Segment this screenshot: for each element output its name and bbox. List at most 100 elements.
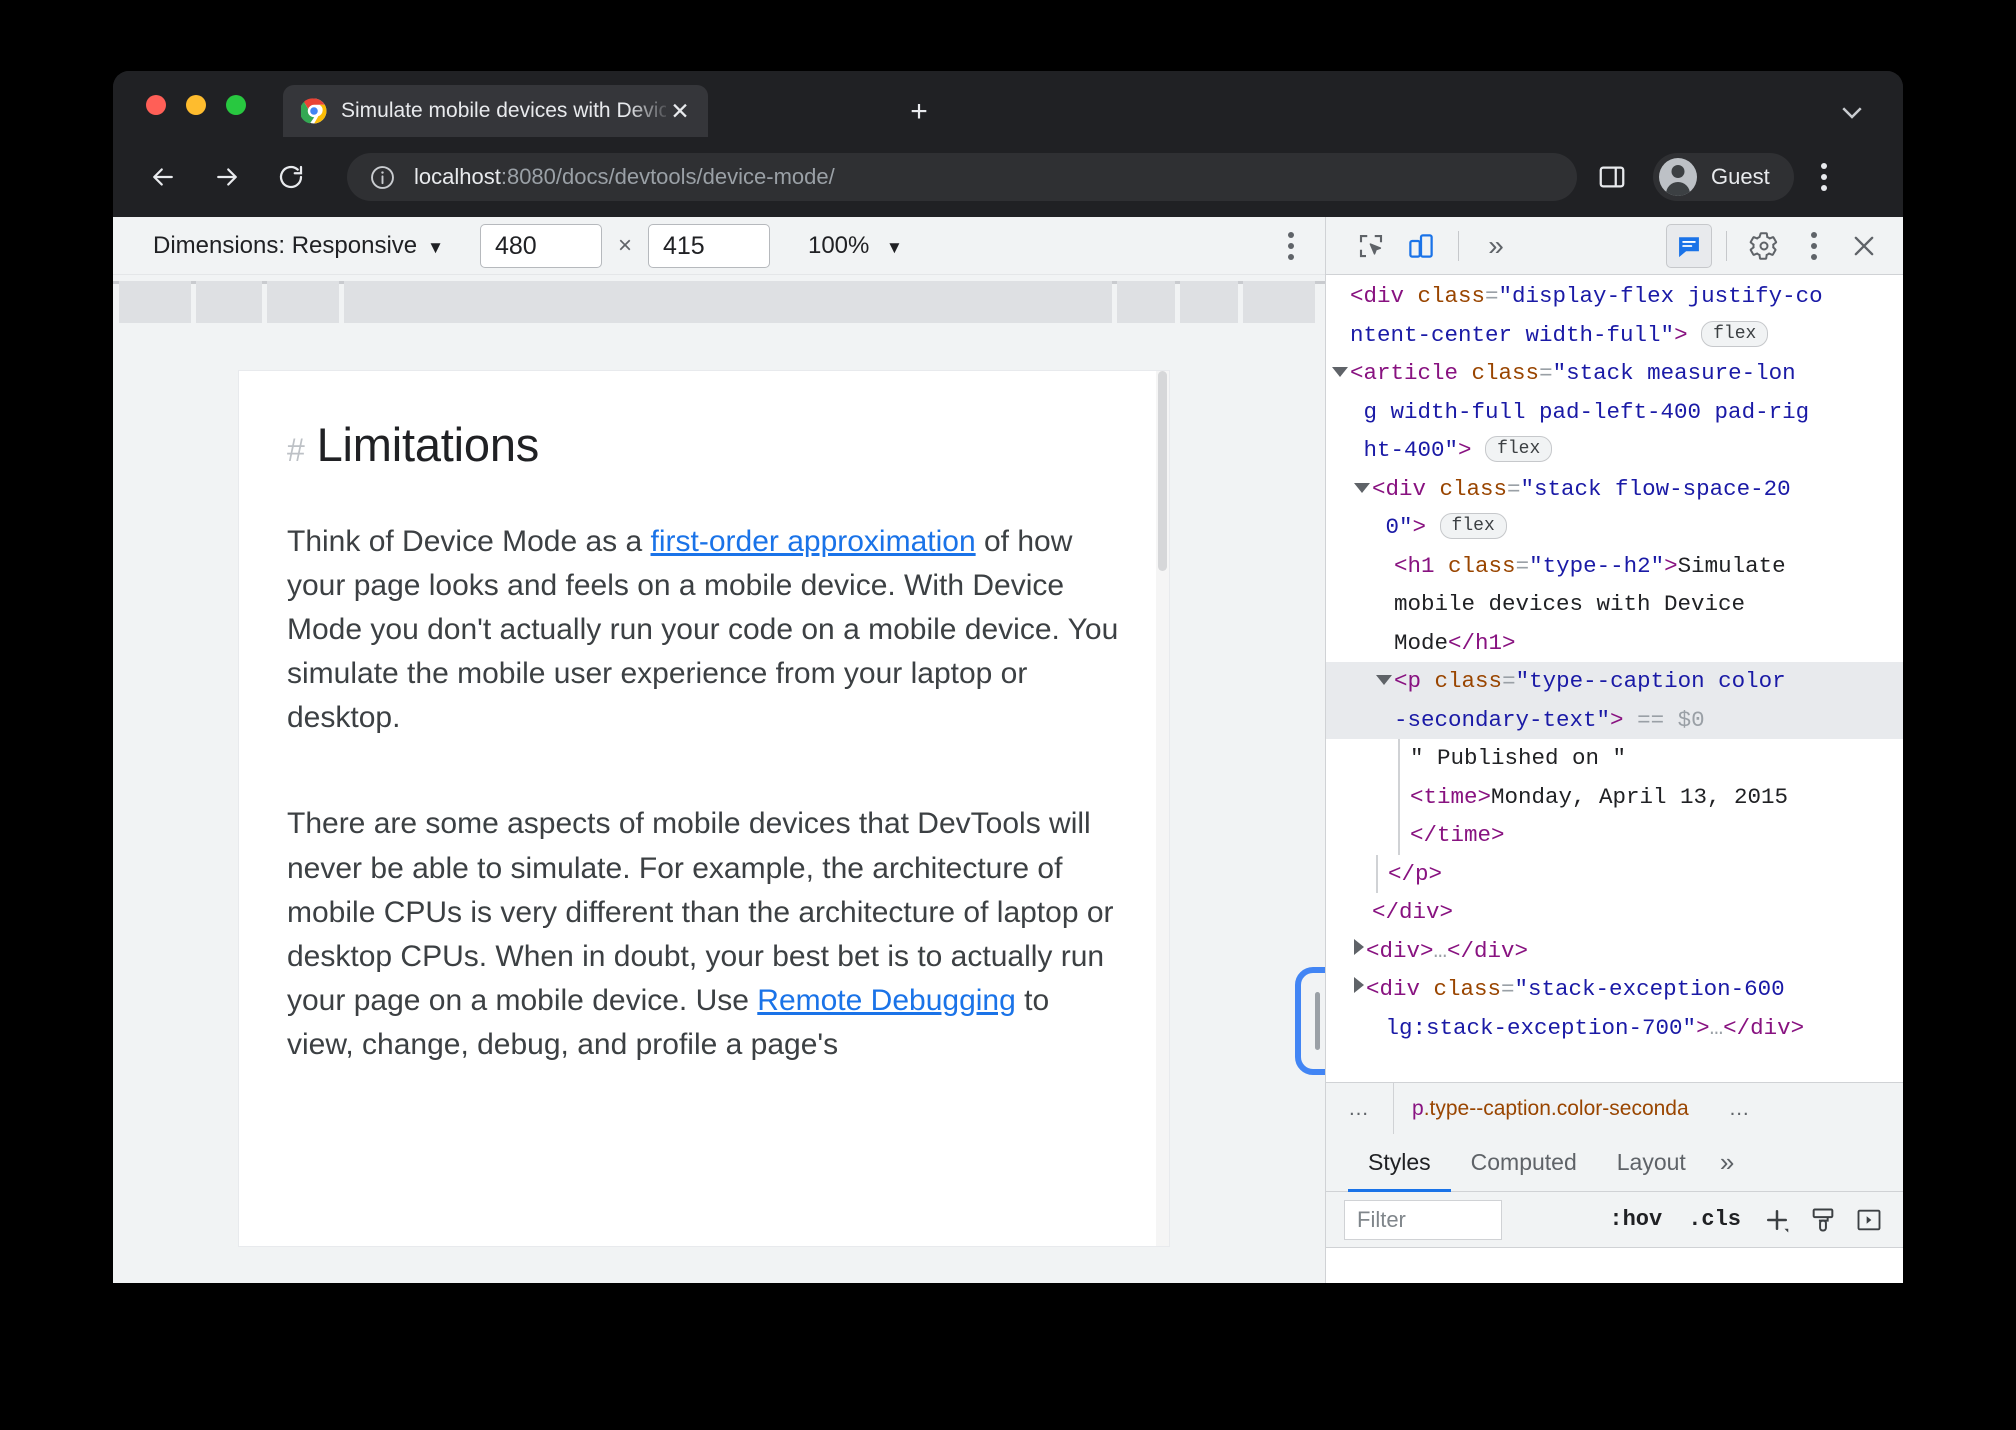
device-mode-menu-button[interactable] [1275,224,1307,268]
devtools-menu-button[interactable] [1791,224,1837,268]
flex-badge[interactable]: flex [1439,513,1507,539]
tab-title: Simulate mobile devices with Device Mode [341,99,666,122]
media-query-segment[interactable] [267,281,339,323]
toggle-pseudo-states-button[interactable]: :hov [1599,1207,1672,1232]
dom-tree-node[interactable]: <div class="stack-exception-600 [1326,970,1903,1009]
tab-layout[interactable]: Layout [1597,1134,1706,1191]
dom-token-text: Simulate [1677,552,1786,579]
dom-tree-node[interactable]: -secondary-text"> == $0 [1326,700,1903,739]
browser-menu-button[interactable] [1808,157,1840,197]
more-tabs-button[interactable]: » [1706,1134,1748,1191]
collapse-arrow-icon[interactable] [1354,482,1370,493]
forward-button[interactable] [205,155,249,199]
chevron-down-icon[interactable] [1837,97,1867,127]
dom-tree-node[interactable]: <div class="stack flow-space-20 [1326,470,1903,509]
new-tab-button[interactable]: + [903,97,935,129]
dom-token-val: "type--h2" [1529,552,1665,579]
media-query-inspector [113,281,1325,323]
close-window-button[interactable] [146,95,166,115]
dom-tree-node[interactable]: <time>Monday, April 13, 2015 [1398,777,1903,816]
tab-computed[interactable]: Computed [1451,1134,1597,1191]
chrome-logo-icon [299,98,327,124]
dom-token-eq: = [1507,475,1521,502]
collapse-arrow-icon[interactable] [1332,367,1348,377]
page-link[interactable]: first-order approximation [651,525,976,558]
close-tab-button[interactable]: ✕ [666,97,694,125]
media-query-segment[interactable] [119,281,191,323]
media-query-segment[interactable] [1180,281,1238,323]
dom-token-punct: </p> [1388,860,1443,887]
reload-button[interactable] [269,155,313,199]
dimensions-selector[interactable]: Dimensions: Responsive ▼ [153,232,444,260]
page-viewport: # Limitations Think of Device Mode as a … [239,371,1169,1246]
heading-anchor-link[interactable]: # [287,432,305,469]
back-button[interactable] [141,155,185,199]
dom-tree-node[interactable]: g width-full pad-left-400 pad-rig [1326,393,1903,432]
viewport-width-input[interactable]: 480 [479,223,602,268]
flex-badge[interactable]: flex [1485,436,1553,462]
dom-tree-node[interactable]: <div class="display-flex justify-co [1326,277,1903,316]
device-mode-pane: Dimensions: Responsive ▼ 480 × 415 100% ▼ [113,217,1325,1283]
page-paragraphs: Think of Device Mode as a first-order ap… [287,520,1121,1067]
issues-message-icon[interactable] [1666,223,1712,268]
browser-tab[interactable]: Simulate mobile devices with Device Mode… [283,85,708,137]
page-scrollbar[interactable] [1156,371,1169,1246]
expand-arrow-icon[interactable] [1354,938,1364,955]
toggle-classes-button[interactable]: .cls [1678,1207,1751,1232]
breadcrumb-overflow-right[interactable]: … [1707,1097,1774,1121]
dom-tree-node[interactable]: 0"> flex [1326,508,1903,547]
dom-tree[interactable]: <div class="display-flex justify-co ntent… [1326,275,1903,1082]
browser-toolbar: localhost:8080/docs/devtools/device-mode… [113,137,1903,217]
media-query-segment[interactable] [1243,281,1315,323]
collapse-arrow-icon[interactable] [1376,675,1392,685]
site-information-icon[interactable] [369,164,396,191]
dom-tree-node[interactable]: <h1 class="type--h2">Simulate [1326,547,1903,586]
dom-token-eq: = [1515,552,1530,579]
zoom-selector[interactable]: 100% ▼ [808,232,903,260]
breadcrumb: … p.type--caption.color-seconda … [1326,1082,1903,1134]
dom-token-punct: < [1350,360,1364,386]
media-query-segment[interactable] [344,281,1112,323]
gear-icon[interactable] [1741,224,1787,268]
dom-tree-node[interactable]: ht-400"> flex [1326,431,1903,470]
dom-token-val: "type--caption color [1515,668,1786,694]
profile-button[interactable]: Guest [1653,153,1794,201]
filter-input[interactable]: Filter [1344,1199,1502,1240]
dom-tree-node[interactable]: <div>…</div> [1326,932,1903,971]
dom-tree-node[interactable]: ntent-center width-full"> flex [1326,316,1903,355]
expand-arrow-icon[interactable] [1354,977,1364,993]
dom-token-attr: class [1433,976,1502,1002]
resize-width-handle[interactable] [1295,967,1325,1075]
flex-badge[interactable]: flex [1701,320,1769,347]
maximize-window-button[interactable] [226,95,246,115]
tab-styles[interactable]: Styles [1348,1134,1451,1192]
minimize-window-button[interactable] [186,95,206,115]
viewport-height-input[interactable]: 415 [647,223,770,268]
styles-rules-area[interactable] [1326,1248,1903,1283]
new-style-rule-button[interactable] [1757,1200,1797,1240]
side-panel-icon[interactable] [1597,162,1627,192]
more-panels-button[interactable]: » [1473,224,1519,268]
dom-tree-node[interactable]: <p class="type--caption color [1326,662,1903,701]
close-devtools-button[interactable] [1841,224,1887,268]
dom-tree-node[interactable]: </div> [1326,893,1903,932]
breadcrumb-overflow-left[interactable]: … [1326,1097,1393,1121]
media-query-segment[interactable] [196,281,262,323]
page-link[interactable]: Remote Debugging [757,984,1016,1017]
paintbrush-icon[interactable] [1803,1200,1843,1240]
dom-tree-node[interactable]: </p> [1376,854,1903,893]
dom-tree-node[interactable]: <article class="stack measure-lon [1326,354,1903,393]
breadcrumb-classes: .type--caption.color-seconda [1423,1096,1689,1120]
device-toolbar-icon[interactable] [1398,224,1444,268]
media-query-segment[interactable] [1117,281,1175,323]
address-bar[interactable]: localhost:8080/docs/devtools/device-mode… [347,153,1577,201]
dom-tree-node[interactable]: </time> [1398,816,1903,855]
breadcrumb-item-selected[interactable]: p.type--caption.color-seconda [1394,1097,1707,1121]
inspect-element-icon[interactable] [1348,224,1394,268]
url-path: :8080/docs/devtools/device-mode/ [500,164,835,189]
show-sidebar-icon[interactable] [1849,1200,1889,1240]
dom-tree-node[interactable]: " Published on " [1398,739,1903,778]
dom-tree-node[interactable]: mobile devices with Device [1326,585,1903,624]
dom-tree-node[interactable]: lg:stack-exception-700">…</div> [1326,1009,1903,1048]
dom-tree-node[interactable]: Mode</h1> [1326,624,1903,663]
